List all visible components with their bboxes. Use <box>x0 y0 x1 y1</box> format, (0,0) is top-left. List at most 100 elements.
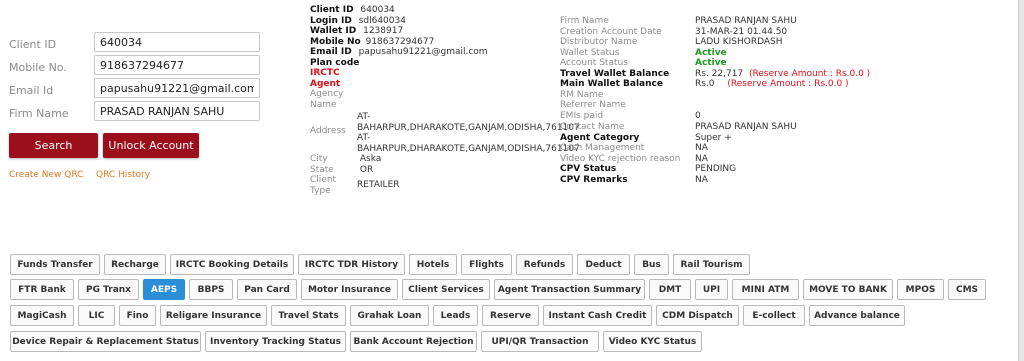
tab-leads[interactable]: Leads <box>433 305 478 326</box>
tab-fino[interactable]: Fino <box>119 305 156 326</box>
video-kyc-row: Video KYC rejection reason <box>560 154 680 165</box>
name-label: Name <box>310 99 337 110</box>
tab-pg-tranx[interactable]: PG Tranx <box>78 279 139 300</box>
agent-category-wrap: Super + <box>695 133 732 144</box>
creation-date-label: Creation Account Date <box>560 26 662 37</box>
tab-instant-cash-credit[interactable]: Instant Cash Credit <box>543 305 652 326</box>
wallet-status-row: Wallet Status <box>560 48 619 59</box>
client-id-row: Client ID 640034 <box>310 5 395 16</box>
address-label-wrap: Address <box>310 126 346 137</box>
contact-name-label: Contact Name <box>560 122 625 132</box>
cash-management-value: NA <box>695 143 708 153</box>
unlock-account-button[interactable]: Unlock Account <box>103 133 199 158</box>
email-id-input[interactable] <box>94 78 260 98</box>
tab-agent-transaction-summary[interactable]: Agent Transaction Summary <box>494 279 645 300</box>
tab-religare-insurance[interactable]: Religare Insurance <box>160 305 267 326</box>
search-button[interactable]: Search <box>9 133 98 158</box>
mobile-no-info-label: Mobile No <box>310 36 361 47</box>
main-wallet-reserve: (Reserve Amount : Rs.0.0 ) <box>727 79 849 89</box>
mobile-no-input[interactable] <box>94 55 260 75</box>
tab-pan-card[interactable]: Pan Card <box>237 279 297 300</box>
cpv-remarks-value: NA <box>695 174 708 185</box>
tab-magicash[interactable]: MagiCash <box>10 305 74 326</box>
login-id-row: Login ID sdl640034 <box>310 16 406 27</box>
tab-aeps[interactable]: AEPS <box>143 279 185 300</box>
cpv-remarks-label: CPV Remarks <box>560 174 628 185</box>
cpv-status-label: CPV Status <box>560 164 617 174</box>
tab-upi[interactable]: UPI <box>695 279 728 300</box>
creation-date-value: 31-MAR-21 01.44.50 <box>695 26 788 37</box>
distributor-wrap: LADU KISHORDASH <box>695 37 783 48</box>
cash-management-label: Cash Management <box>560 143 645 153</box>
video-kyc-wrap: NA <box>695 154 708 165</box>
firm-name-input[interactable] <box>94 101 260 121</box>
tab-travel-stats[interactable]: Travel Stats <box>271 305 346 326</box>
irctc-row: IRCTC <box>310 68 340 79</box>
tab-inventory-tracking-status[interactable]: Inventory Tracking Status <box>205 331 346 352</box>
client-id-info-value: 640034 <box>360 5 395 15</box>
tab-irctc-booking-details[interactable]: IRCTC Booking Details <box>170 254 294 275</box>
wallet-status-label: Wallet Status <box>560 47 620 58</box>
firm-name-label: Firm Name <box>9 107 69 120</box>
firm-name-row: Firm Name <box>560 16 609 27</box>
tab-bank-account-rejection[interactable]: Bank Account Rejection <box>350 331 477 352</box>
tab-device-repair-replacement-status[interactable]: Device Repair & Replacement Status <box>10 331 201 352</box>
tab-e-collect[interactable]: E-collect <box>743 305 805 326</box>
client-id-input[interactable] <box>94 32 260 52</box>
state-label: State <box>310 164 334 175</box>
tab-mpos[interactable]: MPOS <box>897 279 944 300</box>
email-id-info-value: papusahu91221@gmail.com <box>358 47 488 57</box>
tab-lic[interactable]: LIC <box>78 305 115 326</box>
tab-upi-qr-transaction[interactable]: UPI/QR Transaction <box>481 331 599 352</box>
mobile-no-info-value: 918637294677 <box>365 36 435 47</box>
tab-ftr-bank[interactable]: FTR Bank <box>10 279 74 300</box>
agent-category-value: Super + <box>695 132 732 143</box>
cpv-remarks-wrap: NA <box>695 175 708 186</box>
tab-video-kyc-status[interactable]: Video KYC Status <box>603 331 702 352</box>
email-id-row: Email ID papusahu91221@gmail.com <box>310 47 488 58</box>
tab-motor-insurance[interactable]: Motor Insurance <box>301 279 398 300</box>
contact-name-row: Contact Name <box>560 122 624 133</box>
city-label: City <box>310 154 328 164</box>
agent-label: Agent <box>310 78 341 89</box>
cash-management-row: Cash Management <box>560 143 644 154</box>
tab-bbps[interactable]: BBPS <box>189 279 233 300</box>
tab-advance-balance[interactable]: Advance balance <box>809 305 905 326</box>
tab-deduct[interactable]: Deduct <box>577 254 630 275</box>
main-wallet-label: Main Wallet Balance <box>560 79 663 89</box>
account-status-row: Account Status <box>560 58 628 69</box>
tab-dmt[interactable]: DMT <box>649 279 691 300</box>
tab-bus[interactable]: Bus <box>634 254 669 275</box>
tab-cms[interactable]: CMS <box>948 279 986 300</box>
tab-cdm-dispatch[interactable]: CDM Dispatch <box>656 305 739 326</box>
travel-wallet-value: Rs. 22,717 <box>695 68 744 79</box>
state-row: State OR <box>310 165 373 176</box>
cpv-status-value: PENDING <box>695 164 737 174</box>
contact-name-wrap: PRASAD RANJAN SAHU <box>695 122 797 133</box>
tab-client-services[interactable]: Client Services <box>402 279 490 300</box>
tab-reserve[interactable]: Reserve <box>482 305 539 326</box>
tab-flights[interactable]: Flights <box>461 254 512 275</box>
tab-grahak-loan[interactable]: Grahak Loan <box>350 305 429 326</box>
create-qrc-link[interactable]: Create New QRC <box>9 170 83 180</box>
tab-mini-atm[interactable]: MINI ATM <box>732 279 799 300</box>
tab-recharge[interactable]: Recharge <box>104 254 166 275</box>
agency-label: Agency <box>310 89 344 99</box>
client-type-value: RETAILER <box>357 180 400 191</box>
tab-funds-transfer[interactable]: Funds Transfer <box>10 254 100 275</box>
main-wallet-row: Main Wallet Balance <box>560 79 663 90</box>
mobile-no-row: Mobile No 918637294677 <box>310 37 434 48</box>
tab-hotels[interactable]: Hotels <box>409 254 457 275</box>
address-line: BAHARPUR,DHARAKOTE,GANJAM,ODISHA,761107 <box>357 122 580 133</box>
plan-code-label: Plan code <box>310 57 360 68</box>
travel-wallet-reserve: (Reserve Amount : Rs.0.0 ) <box>749 68 871 79</box>
tab-refunds[interactable]: Refunds <box>516 254 573 275</box>
tab-irctc-tdr-history[interactable]: IRCTC TDR History <box>298 254 405 275</box>
main-wallet-wrap: Rs.0 (Reserve Amount : Rs.0.0 ) <box>695 79 849 90</box>
creation-date-wrap: 31-MAR-21 01.44.50 <box>695 27 787 38</box>
qrc-history-link[interactable]: QRC History <box>96 170 150 180</box>
tab-move-to-bank[interactable]: MOVE TO BANK <box>803 279 893 300</box>
distributor-label: Distributor Name <box>560 37 638 47</box>
city-row: City Aska <box>310 154 381 165</box>
tab-rail-tourism[interactable]: Rail Tourism <box>673 254 750 275</box>
